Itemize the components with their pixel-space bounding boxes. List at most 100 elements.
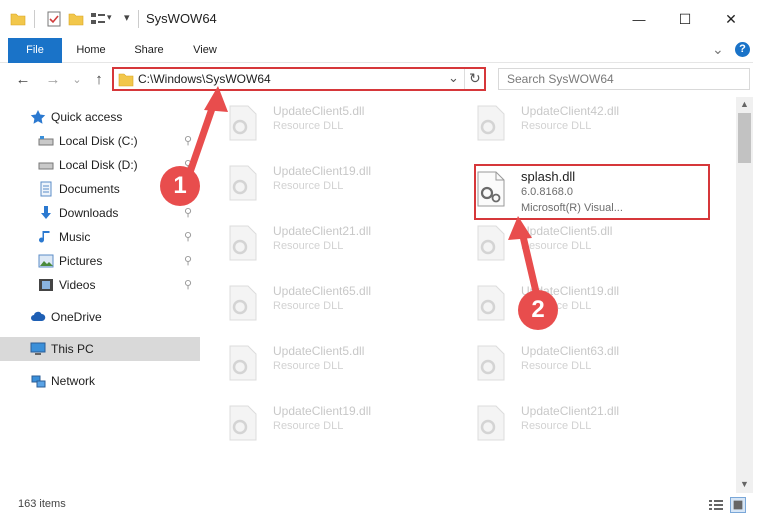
file-item[interactable]: UpdateClient19.dll Resource DLL	[214, 397, 444, 447]
file-name: UpdateClient21.dll	[273, 224, 372, 238]
file-item[interactable]: UpdateClient42.dll Resource DLL	[462, 97, 692, 147]
videos-icon	[39, 279, 53, 291]
dll-file-icon	[477, 345, 505, 381]
sidebar-item-label: OneDrive	[51, 310, 102, 324]
details-view-icon[interactable]	[708, 498, 724, 512]
dll-file-icon	[229, 345, 257, 381]
folder-icon[interactable]	[10, 11, 26, 27]
scroll-thumb[interactable]	[738, 113, 751, 163]
search-input[interactable]: Search SysWOW64	[498, 68, 750, 90]
scroll-up-icon[interactable]: ▲	[740, 99, 749, 109]
address-dropdown-icon[interactable]: ⌄	[448, 70, 459, 86]
refresh-icon[interactable]: ↻	[469, 70, 481, 87]
file-list: UpdateClient5.dll Resource DLL UpdateCli…	[214, 97, 736, 493]
qat-menu-icon[interactable]: ▾	[124, 11, 130, 24]
tab-share[interactable]: Share	[124, 38, 174, 62]
tab-view[interactable]: View	[180, 38, 230, 62]
properties-icon[interactable]	[46, 11, 62, 27]
pin-icon[interactable]: ⚲	[184, 129, 192, 153]
sidebar-item-label: Local Disk (C:)	[59, 134, 138, 148]
file-description: Resource DLL	[521, 360, 592, 372]
address-row: ← → ⌄ ↑ C:\Windows\SysWOW64 ⌄ ↻ Search S…	[0, 63, 769, 97]
forward-icon[interactable]: →	[44, 71, 62, 89]
status-bar: 163 items	[0, 493, 769, 517]
file-item[interactable]: UpdateClient65.dll Resource DLL	[214, 277, 444, 327]
maximize-button[interactable]: ☐	[662, 0, 708, 38]
help-icon[interactable]: ?	[735, 42, 750, 57]
file-item[interactable]: UpdateClient63.dll Resource DLL	[462, 337, 692, 387]
file-item[interactable]: UpdateClient19.dll Resource DLL	[214, 157, 444, 207]
file-item[interactable]: UpdateClient21.dll Resource DLL	[462, 397, 692, 447]
dll-file-icon	[477, 405, 505, 441]
file-item[interactable]: UpdateClient21.dll Resource DLL	[214, 217, 444, 267]
address-bar[interactable]: C:\Windows\SysWOW64 ⌄ ↻	[112, 67, 486, 91]
cloud-icon	[31, 311, 46, 321]
up-icon[interactable]: ↑	[90, 71, 108, 89]
divider	[464, 69, 465, 89]
file-item[interactable]: UpdateClient19.dll Resource DLL	[462, 277, 692, 327]
file-description: Resource DLL	[273, 240, 344, 252]
customize-toolbar-icon[interactable]: ▾	[107, 12, 112, 23]
sidebar-item-this-pc[interactable]: This PC	[0, 337, 200, 361]
dll-file-icon	[229, 405, 257, 441]
download-icon	[41, 206, 51, 219]
large-icons-view-icon[interactable]	[730, 497, 746, 513]
dll-file-icon	[477, 105, 505, 141]
file-name: UpdateClient5.dll	[273, 104, 365, 118]
address-path[interactable]: C:\Windows\SysWOW64	[138, 72, 271, 86]
sidebar-item-network[interactable]: Network	[0, 369, 200, 393]
sidebar-item-videos[interactable]: Videos ⚲	[0, 273, 200, 297]
vertical-scrollbar[interactable]: ▲ ▼	[736, 97, 753, 493]
dll-file-icon	[229, 105, 257, 141]
file-item[interactable]: UpdateClient5.dll Resource DLL	[214, 97, 444, 147]
close-button[interactable]: ✕	[708, 0, 754, 38]
sidebar-item-label: Downloads	[59, 206, 119, 220]
drive-icon	[38, 136, 54, 146]
sidebar-item-quick-access[interactable]: Quick access	[0, 105, 200, 129]
navigation-pane: Quick access Local Disk (C:) ⚲ Local Dis…	[0, 97, 200, 493]
file-item[interactable]: UpdateClient5.dll Resource DLL	[214, 337, 444, 387]
sidebar-item-onedrive[interactable]: OneDrive	[0, 305, 200, 329]
file-name: UpdateClient21.dll	[521, 404, 620, 418]
folder-icon	[118, 73, 134, 87]
file-name: UpdateClient19.dll	[273, 404, 372, 418]
window-title: SysWOW64	[146, 11, 217, 26]
sidebar-item-label: This PC	[51, 342, 94, 356]
music-icon	[39, 231, 50, 243]
file-description: Resource DLL	[273, 180, 344, 192]
sidebar-item-label: Pictures	[59, 254, 103, 268]
pin-icon[interactable]: ⚲	[184, 249, 192, 273]
sidebar-item-pictures[interactable]: Pictures ⚲	[0, 249, 200, 273]
new-folder-icon[interactable]	[68, 11, 84, 27]
recent-locations-icon[interactable]: ⌄	[68, 71, 86, 89]
back-icon[interactable]: ←	[14, 71, 32, 89]
documents-icon	[40, 181, 52, 197]
file-description: Resource DLL	[521, 420, 592, 432]
ribbon-expand-icon[interactable]: ⌄	[712, 41, 724, 58]
sidebar-item-downloads[interactable]: Downloads ⚲	[0, 201, 200, 225]
file-description: Resource DLL	[521, 240, 592, 252]
drive-icon	[38, 162, 54, 170]
view-options-icon[interactable]	[90, 11, 106, 27]
step-1-badge: 1	[160, 166, 200, 206]
tab-home[interactable]: Home	[66, 38, 116, 62]
minimize-button[interactable]: —	[616, 0, 662, 38]
file-description: Resource DLL	[273, 420, 344, 432]
pin-icon[interactable]: ⚲	[184, 225, 192, 249]
step-2-badge: 2	[518, 290, 558, 330]
dll-file-icon	[229, 165, 257, 201]
sidebar-item-music[interactable]: Music ⚲	[0, 225, 200, 249]
pictures-icon	[38, 254, 54, 268]
sidebar-item-label: Local Disk (D:)	[59, 158, 138, 172]
file-name: UpdateClient5.dll	[273, 344, 365, 358]
dll-file-icon	[477, 225, 505, 261]
file-name: UpdateClient65.dll	[273, 284, 372, 298]
file-item[interactable]: UpdateClient5.dll Resource DLL	[462, 217, 692, 267]
divider	[34, 10, 35, 28]
file-name: UpdateClient63.dll	[521, 344, 620, 358]
sidebar-item-label: Network	[51, 374, 96, 388]
scroll-down-icon[interactable]: ▼	[740, 479, 749, 489]
sidebar-item-local-disk-c[interactable]: Local Disk (C:) ⚲	[0, 129, 200, 153]
dll-file-icon	[229, 285, 257, 321]
pin-icon[interactable]: ⚲	[184, 273, 192, 297]
